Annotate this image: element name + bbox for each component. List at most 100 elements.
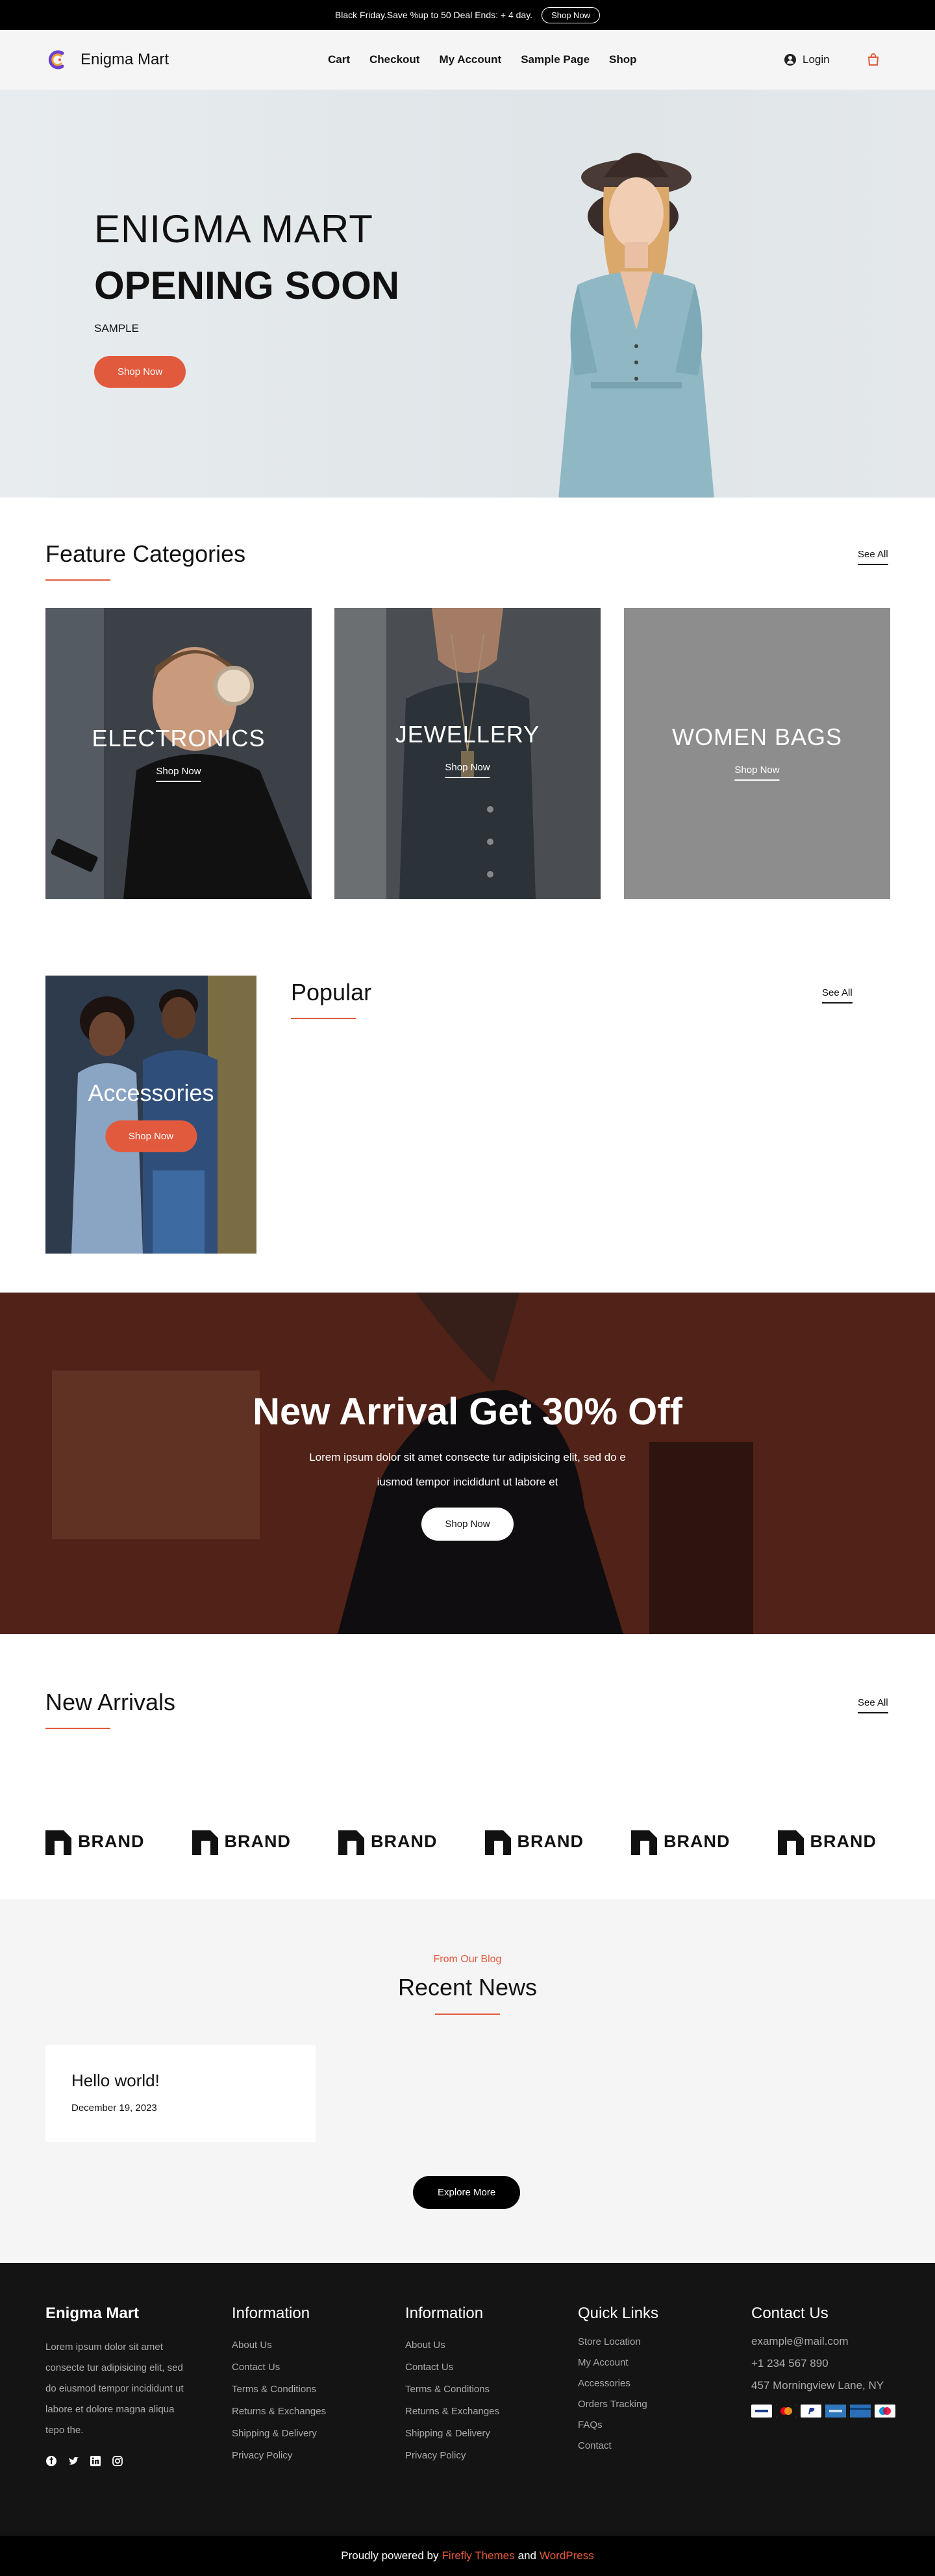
brand-mark-icon xyxy=(631,1830,657,1855)
banner-content: New Arrival Get 30% Off Lorem ipsum dolo… xyxy=(0,1390,935,1541)
facebook-icon[interactable] xyxy=(45,2455,57,2467)
login-link[interactable]: Login xyxy=(784,53,830,66)
category-card-women-bags[interactable]: WOMEN BAGS Shop Now xyxy=(624,608,890,899)
blog-section: From Our Blog Recent News Hello world! D… xyxy=(0,1899,935,2263)
brand-logo[interactable]: BRAND xyxy=(45,1828,145,1855)
nav-checkout[interactable]: Checkout xyxy=(369,53,419,66)
explore-more-button[interactable]: Explore More xyxy=(413,2176,521,2209)
brand-logos: BRAND BRAND BRAND BRAND BRAND BRAND xyxy=(45,1828,877,1855)
post-date: December 19, 2023 xyxy=(71,2102,157,2114)
category-card-jewellery[interactable]: JEWELLERY Shop Now xyxy=(334,608,601,899)
hero-shop-button[interactable]: Shop Now xyxy=(94,356,186,388)
footer-heading: Information xyxy=(405,2305,484,2322)
category-card-electronics[interactable]: ELECTRONICS Shop Now xyxy=(45,608,312,899)
footer-brand: Enigma Mart xyxy=(45,2305,140,2322)
site-logo[interactable]: Enigma Mart xyxy=(45,47,169,73)
accessories-title: Accessories xyxy=(88,1080,214,1106)
hero-subtitle: SAMPLE xyxy=(94,322,139,335)
banner-text-line1: Lorem ipsum dolor sit amet consecte tur … xyxy=(309,1451,626,1463)
nav-shop[interactable]: Shop xyxy=(609,53,637,66)
footer-link[interactable]: Contact xyxy=(578,2436,658,2456)
popular-title: Popular xyxy=(291,979,372,1005)
popular-section: Accessories Shop Now Popular See All xyxy=(0,976,935,1255)
footer-links: About Us Contact Us Terms & Conditions R… xyxy=(232,2334,326,2467)
category-shop-link[interactable]: Shop Now xyxy=(156,766,201,782)
footer-description: Lorem ipsum dolor sit amet consecte tur … xyxy=(45,2342,184,2436)
contact-email[interactable]: example@mail.com xyxy=(751,2330,894,2353)
brand-label: BRAND xyxy=(517,1831,584,1851)
blog-post-card[interactable]: Hello world! December 19, 2023 xyxy=(45,2045,316,2142)
brand-label: BRAND xyxy=(224,1831,291,1851)
mastercard-icon xyxy=(776,2405,797,2418)
title-underline xyxy=(435,2014,500,2015)
footer-link[interactable]: Orders Tracking xyxy=(578,2394,658,2415)
brand-name: Enigma Mart xyxy=(81,51,169,68)
card-icon xyxy=(850,2405,871,2418)
category-title: WOMEN BAGS xyxy=(671,724,843,750)
footer-heading: Information xyxy=(232,2305,310,2322)
brand-logo[interactable]: BRAND xyxy=(631,1828,730,1855)
footer-link[interactable]: FAQs xyxy=(578,2415,658,2436)
contact-phone[interactable]: +1 234 567 890 xyxy=(751,2353,894,2375)
brand-mark-icon xyxy=(338,1830,364,1855)
firefly-themes-link[interactable]: Firefly Themes xyxy=(442,2549,515,2562)
footer-link[interactable]: Store Location xyxy=(578,2332,658,2353)
brand-logo[interactable]: BRAND xyxy=(192,1828,292,1855)
brand-logo[interactable]: BRAND xyxy=(777,1828,877,1855)
footer-links: About Us Contact Us Terms & Conditions R… xyxy=(405,2334,499,2467)
brand-logo[interactable]: BRAND xyxy=(484,1828,584,1855)
new-arrivals-heading: New Arrivals xyxy=(45,1689,175,1729)
footer-link[interactable]: Privacy Policy xyxy=(232,2445,326,2467)
footer-link[interactable]: Terms & Conditions xyxy=(405,2379,499,2401)
feature-categories-section: Feature Categories See All ELECTRONICS S… xyxy=(0,498,935,900)
social-links xyxy=(45,2455,185,2467)
amex-icon xyxy=(825,2405,846,2418)
footer-link[interactable]: About Us xyxy=(232,2334,326,2356)
payment-methods xyxy=(751,2405,895,2418)
nav-my-account[interactable]: My Account xyxy=(439,53,501,66)
footer-link[interactable]: Contact Us xyxy=(405,2356,499,2379)
banner-shop-button[interactable]: Shop Now xyxy=(421,1508,514,1541)
brand-mark-icon xyxy=(777,1830,804,1855)
twitter-icon[interactable] xyxy=(68,2455,79,2467)
footer-link[interactable]: Shipping & Delivery xyxy=(232,2423,326,2445)
category-shop-link[interactable]: Shop Now xyxy=(734,764,780,781)
brand-logo[interactable]: BRAND xyxy=(338,1828,438,1855)
shopping-bag-icon[interactable] xyxy=(867,53,880,66)
footer-link[interactable]: Terms & Conditions xyxy=(232,2379,326,2401)
accessories-image xyxy=(45,976,256,1254)
popular-see-all-link[interactable]: See All xyxy=(822,987,853,1004)
brand-label: BRAND xyxy=(78,1831,145,1851)
nav-cart[interactable]: Cart xyxy=(328,53,350,66)
hero-model-image xyxy=(558,153,714,498)
linkedin-icon[interactable] xyxy=(90,2455,101,2467)
footer-link[interactable]: My Account xyxy=(578,2353,658,2373)
footer-link[interactable]: Shipping & Delivery xyxy=(405,2423,499,2445)
accessories-card[interactable]: Accessories Shop Now xyxy=(45,976,256,1254)
feature-see-all-link[interactable]: See All xyxy=(858,549,888,565)
footer-link[interactable]: Contact Us xyxy=(232,2356,326,2379)
promo-shop-button[interactable]: Shop Now xyxy=(542,6,601,23)
hero-section: ENIGMA MART OPENING SOON SAMPLE Shop Now xyxy=(0,90,935,498)
category-shop-link[interactable]: Shop Now xyxy=(445,762,490,778)
accessories-shop-button[interactable]: Shop Now xyxy=(105,1120,197,1152)
logo-icon xyxy=(48,50,64,69)
footer-link[interactable]: Returns & Exchanges xyxy=(232,2401,326,2423)
footer-link[interactable]: Accessories xyxy=(578,2373,658,2394)
title-underline xyxy=(45,1728,110,1729)
instagram-icon[interactable] xyxy=(112,2455,123,2467)
user-icon xyxy=(784,54,796,66)
hero-headline: OPENING SOON xyxy=(94,264,400,307)
wordpress-link[interactable]: WordPress xyxy=(540,2549,594,2562)
footer-link[interactable]: Returns & Exchanges xyxy=(405,2401,499,2423)
nav-sample-page[interactable]: Sample Page xyxy=(521,53,590,66)
footer-link[interactable]: Privacy Policy xyxy=(405,2445,499,2467)
brand-mark-icon xyxy=(45,1830,71,1855)
footer-link[interactable]: About Us xyxy=(405,2334,499,2356)
feature-heading: Feature Categories xyxy=(45,540,245,581)
banner-text-line2: iusmod tempor incididunt ut labore et xyxy=(377,1476,558,1488)
promo-banner: New Arrival Get 30% Off Lorem ipsum dolo… xyxy=(0,1293,935,1634)
new-arrivals-see-all-link[interactable]: See All xyxy=(858,1697,888,1713)
blog-subtitle: From Our Blog xyxy=(433,1954,502,1965)
post-title[interactable]: Hello world! xyxy=(71,2071,290,2091)
